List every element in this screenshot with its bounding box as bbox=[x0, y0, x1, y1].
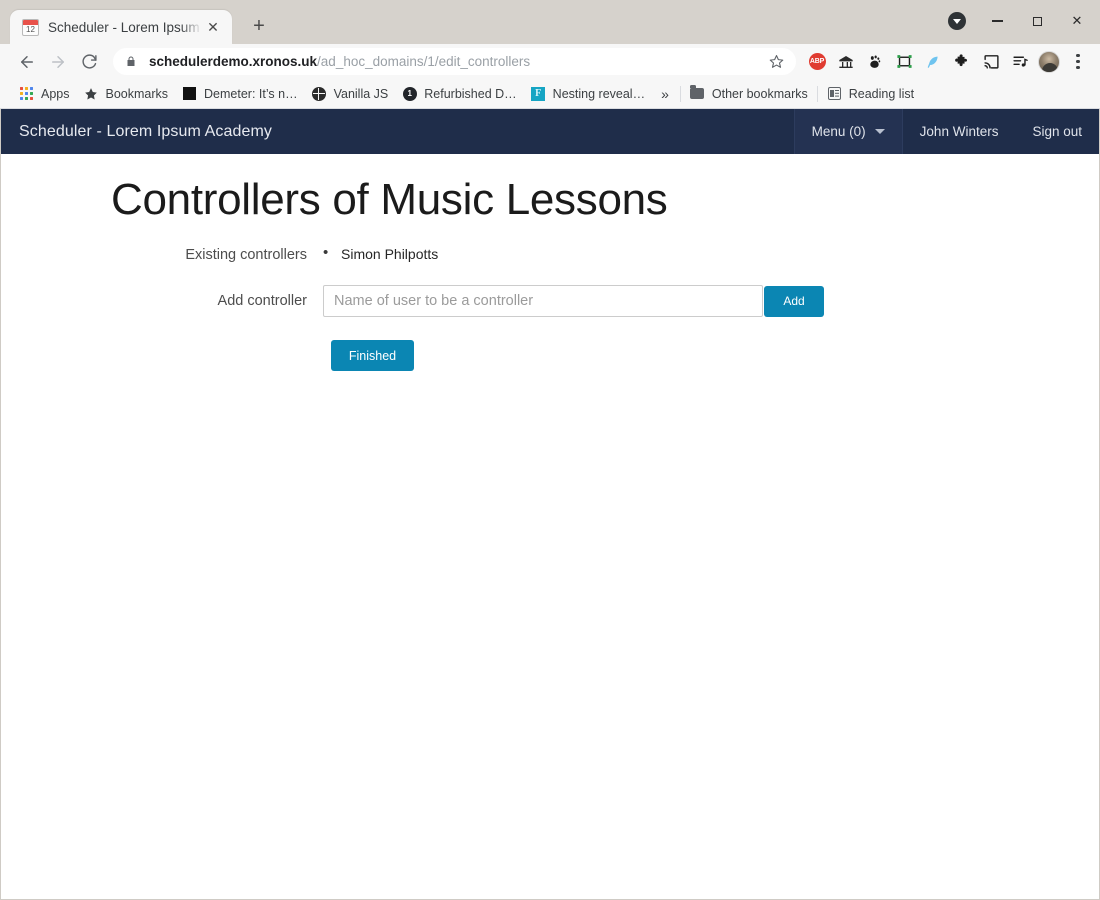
bookmarks-divider bbox=[679, 85, 681, 102]
back-button[interactable] bbox=[12, 47, 42, 77]
nav-sign-out[interactable]: Sign out bbox=[1015, 109, 1099, 154]
screenshot-capture-icon[interactable] bbox=[890, 48, 918, 76]
bookmark-apps[interactable]: Apps bbox=[12, 82, 77, 106]
chrome-menu-icon[interactable] bbox=[1064, 48, 1092, 76]
page-viewport: Scheduler - Lorem Ipsum Academy Menu (0)… bbox=[0, 109, 1100, 900]
cast-icon[interactable] bbox=[977, 48, 1005, 76]
finished-button[interactable]: Finished bbox=[331, 340, 414, 372]
bookmark-demeter[interactable]: Demeter: It’s n… bbox=[175, 82, 305, 106]
bookmarks-bar: Apps Bookmarks Demeter: It’s n… Vanilla … bbox=[0, 79, 1100, 109]
reading-list-divider bbox=[816, 85, 818, 102]
window-controls: ✕ bbox=[946, 10, 1096, 32]
bookmark-apps-label: Apps bbox=[41, 86, 70, 101]
existing-controllers-list: Simon Philpotts bbox=[323, 243, 438, 264]
tab-title: Scheduler - Lorem Ipsum A bbox=[48, 19, 202, 35]
browser-toolbar: schedulerdemo.xronos.uk/ad_hoc_domains/1… bbox=[0, 44, 1100, 79]
bookmark-demeter-label: Demeter: It’s n… bbox=[204, 86, 298, 101]
folder-icon bbox=[690, 85, 705, 101]
close-tab-icon[interactable]: ✕ bbox=[202, 16, 224, 38]
bookmark-nesting[interactable]: F Nesting reveal… bbox=[524, 82, 652, 106]
lock-icon bbox=[125, 55, 139, 68]
close-window-button[interactable]: ✕ bbox=[1066, 10, 1088, 32]
teal-f-favicon: F bbox=[531, 86, 546, 101]
forward-button[interactable] bbox=[43, 47, 73, 77]
app-brand[interactable]: Scheduler - Lorem Ipsum Academy bbox=[1, 109, 272, 154]
bookmark-vanilla-js-label: Vanilla JS bbox=[333, 86, 389, 101]
dark-circle-favicon: 1 bbox=[402, 86, 417, 101]
bookmark-refurbished[interactable]: 1 Refurbished D… bbox=[395, 82, 523, 106]
maximize-window-button[interactable] bbox=[1026, 10, 1048, 32]
gnome-footprint-icon[interactable] bbox=[861, 48, 889, 76]
existing-controllers-label: Existing controllers bbox=[185, 247, 307, 264]
reading-list-icon bbox=[827, 86, 842, 101]
reload-button[interactable] bbox=[74, 47, 104, 77]
abp-label: ABP bbox=[808, 53, 826, 70]
other-bookmarks-label: Other bookmarks bbox=[711, 86, 808, 101]
profile-avatar[interactable] bbox=[1035, 48, 1063, 76]
star-icon bbox=[84, 86, 99, 101]
other-bookmarks-button[interactable]: Other bookmarks bbox=[683, 82, 815, 106]
url-text: schedulerdemo.xronos.uk/ad_hoc_domains/1… bbox=[149, 54, 766, 69]
browser-window: 12 Scheduler - Lorem Ipsum A ✕ + ✕ sched… bbox=[0, 0, 1100, 900]
add-controller-row: Add controller Add bbox=[1, 285, 1099, 318]
page-title: Controllers of Music Lessons bbox=[111, 175, 668, 224]
bank-house-icon[interactable] bbox=[832, 48, 860, 76]
finished-row: Finished bbox=[1, 340, 1099, 372]
nav-menu-label: Menu (0) bbox=[811, 124, 866, 139]
music-playlist-icon[interactable] bbox=[1006, 48, 1034, 76]
download-indicator-icon[interactable] bbox=[946, 10, 968, 32]
url-path: /ad_hoc_domains/1/edit_controllers bbox=[317, 54, 531, 69]
new-tab-button[interactable]: + bbox=[244, 11, 274, 41]
bookmark-bookmarks-label: Bookmarks bbox=[105, 86, 169, 101]
favicon-number: 12 bbox=[26, 24, 35, 34]
apps-grid-icon bbox=[19, 86, 34, 101]
address-bar[interactable]: schedulerdemo.xronos.uk/ad_hoc_domains/1… bbox=[113, 48, 796, 75]
bookmark-vanilla-js[interactable]: Vanilla JS bbox=[305, 82, 396, 106]
add-controller-label: Add controller bbox=[217, 293, 307, 310]
bookmark-nesting-label: Nesting reveal… bbox=[552, 86, 646, 101]
existing-controllers-row: Existing controllers Simon Philpotts bbox=[1, 243, 1099, 265]
adblock-plus-icon[interactable]: ABP bbox=[803, 48, 831, 76]
chevron-down-icon bbox=[874, 129, 885, 134]
feather-icon[interactable] bbox=[919, 48, 947, 76]
puzzle-extensions-icon[interactable] bbox=[948, 48, 976, 76]
add-button[interactable]: Add bbox=[764, 285, 824, 317]
controller-name-input[interactable] bbox=[323, 285, 763, 318]
reading-list-label: Reading list bbox=[848, 86, 915, 101]
list-item: Simon Philpotts bbox=[323, 243, 438, 264]
bookmark-bookmarks[interactable]: Bookmarks bbox=[77, 82, 176, 106]
minimize-window-button[interactable] bbox=[986, 10, 1008, 32]
browser-tab[interactable]: 12 Scheduler - Lorem Ipsum A ✕ bbox=[10, 10, 232, 44]
app-navbar: Scheduler - Lorem Ipsum Academy Menu (0)… bbox=[1, 109, 1099, 154]
url-host: schedulerdemo.xronos.uk bbox=[149, 54, 318, 69]
tab-strip: 12 Scheduler - Lorem Ipsum A ✕ + ✕ bbox=[0, 0, 1100, 44]
globe-favicon bbox=[312, 86, 327, 101]
calendar-favicon: 12 bbox=[22, 18, 39, 36]
page-body: Controllers of Music Lessons Existing co… bbox=[1, 154, 1099, 899]
black-square-favicon bbox=[182, 86, 197, 101]
app-nav-right: Menu (0) John Winters Sign out bbox=[793, 109, 1099, 154]
nav-user[interactable]: John Winters bbox=[903, 109, 1016, 154]
reading-list-button[interactable]: Reading list bbox=[820, 82, 921, 106]
bookmark-star-icon[interactable] bbox=[766, 54, 786, 69]
nav-menu-dropdown[interactable]: Menu (0) bbox=[793, 109, 903, 154]
bookmarks-overflow-button[interactable]: » bbox=[652, 86, 678, 102]
bookmark-refurbished-label: Refurbished D… bbox=[424, 86, 517, 101]
